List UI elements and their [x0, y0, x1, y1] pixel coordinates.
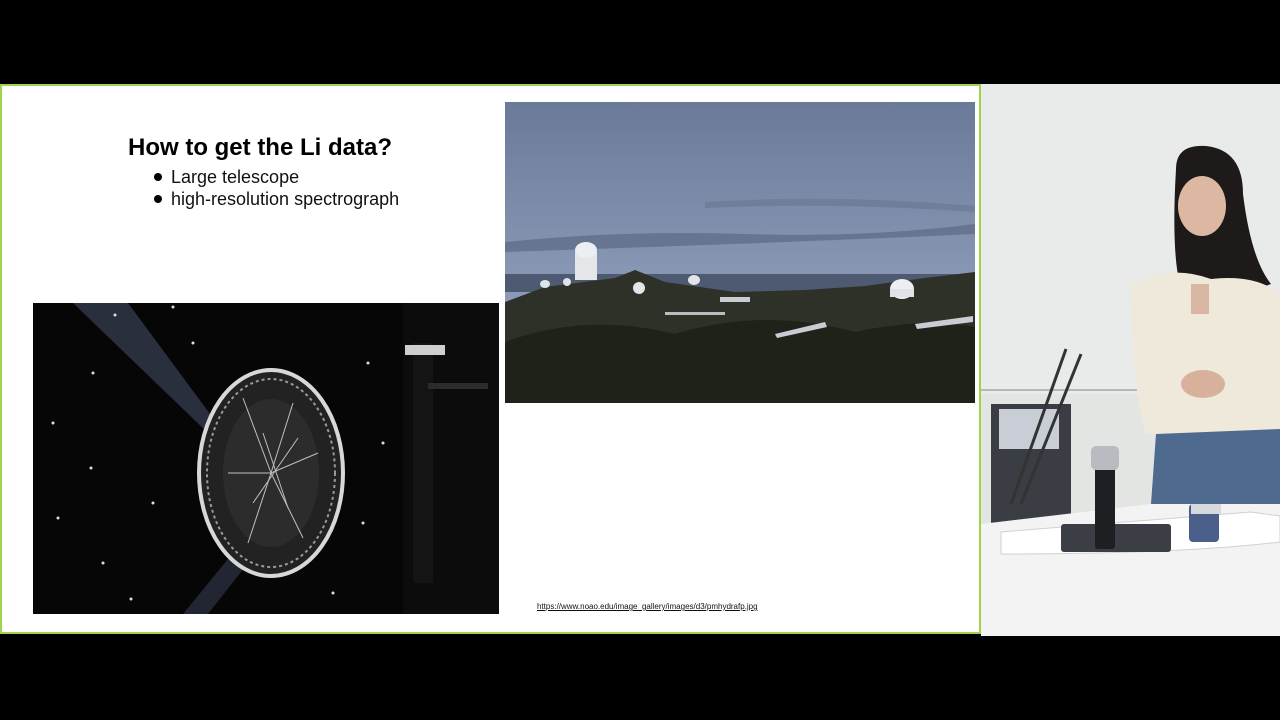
image-source-link[interactable]: https://www.noao.edu/image_gallery/image…: [537, 602, 758, 611]
fiber-positioner-image: [33, 303, 499, 614]
letterbox-bottom: [0, 636, 1280, 720]
spectrograph-photo: [33, 303, 499, 614]
slide-title: How to get the Li data?: [128, 134, 392, 161]
letterbox-top: [0, 0, 1280, 84]
bullet-label: high-resolution spectrograph: [171, 189, 400, 209]
bullet-item: high-resolution spectrograph: [153, 188, 399, 210]
bullet-label: Large telescope: [171, 167, 300, 187]
speaker-video-feed: [981, 84, 1280, 636]
bullet-item: Large telescope: [153, 166, 399, 188]
observatory-photo: [505, 102, 975, 403]
bullet-list: Large telescope high-resolution spectrog…: [153, 166, 399, 210]
presentation-slide: How to get the Li data? Large telescope …: [0, 84, 981, 634]
bullet-icon: [154, 173, 162, 181]
bullet-icon: [154, 195, 162, 203]
kitt-peak-image: [505, 102, 975, 403]
speaker-image: [981, 84, 1280, 636]
